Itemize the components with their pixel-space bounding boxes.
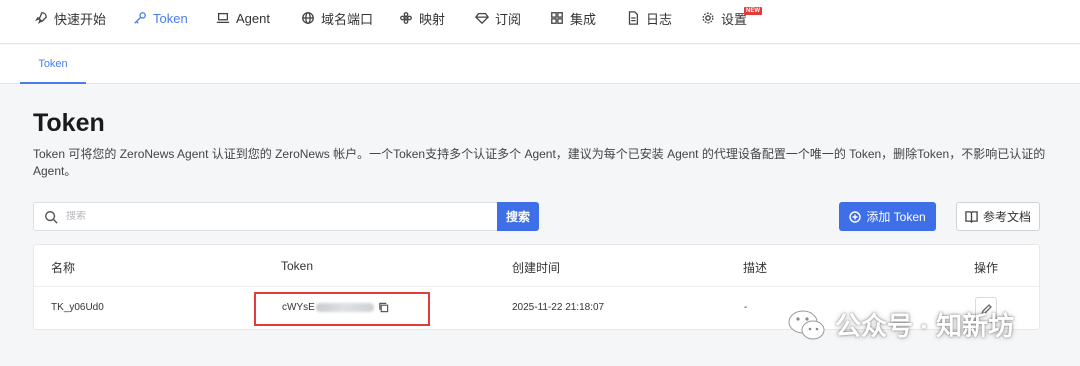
nav-item-integration[interactable]: 集成 — [550, 0, 596, 36]
column-header-name: 名称 — [51, 261, 76, 275]
laptop-icon — [216, 12, 230, 24]
nav-label: 集成 — [570, 11, 597, 27]
column-header-description: 描述 — [743, 261, 768, 275]
search-input[interactable] — [66, 211, 498, 222]
globe-icon — [302, 12, 314, 24]
sub-tabs: Token — [0, 45, 1080, 84]
rocket-icon — [35, 12, 47, 24]
document-icon — [628, 11, 639, 25]
watermark-text: 公众号 · 知新坊 — [835, 311, 1015, 341]
nav-label: Agent — [236, 10, 270, 26]
wechat-icon — [788, 310, 825, 339]
reference-docs-label: 参考文档 — [982, 210, 1031, 224]
token-created-time: 2025-11-22 21:18:07 — [512, 302, 605, 313]
key-icon — [134, 12, 146, 24]
nav-item-domain-port[interactable]: 域名端口 — [301, 0, 373, 36]
highlight-box — [254, 292, 430, 326]
search-button[interactable]: 搜索 — [497, 202, 539, 231]
tab-token[interactable]: Token — [20, 45, 86, 84]
watermark: 公众号 · 知新坊 — [787, 306, 1014, 343]
nav-label: 订阅 — [495, 11, 522, 27]
plus-circle-icon — [849, 210, 862, 223]
page-title: Token — [33, 109, 105, 137]
token-description: - — [744, 302, 748, 313]
row-divider — [34, 286, 1039, 287]
add-token-label: 添加 Token — [866, 210, 926, 224]
flower-icon — [400, 12, 412, 24]
column-header-created: 创建时间 — [512, 261, 561, 275]
search-box — [33, 202, 498, 231]
new-badge: NEW — [744, 7, 762, 15]
nav-label: 快速开始 — [54, 11, 107, 27]
nav-item-mapping[interactable]: 映射 — [399, 0, 445, 36]
column-header-actions: 操作 — [974, 261, 999, 275]
nav-item-token[interactable]: Token — [133, 0, 188, 36]
nav-label: 映射 — [419, 11, 446, 27]
grid-icon — [551, 12, 563, 24]
reference-docs-button[interactable]: 参考文档 — [956, 202, 1040, 231]
nav-label: 域名端口 — [321, 11, 374, 27]
nav-label: Token — [153, 10, 188, 26]
nav-item-quickstart[interactable]: 快速开始 — [34, 0, 106, 36]
nav-item-logs[interactable]: 日志 — [626, 0, 672, 36]
gear-icon — [702, 12, 714, 24]
add-token-button[interactable]: 添加 Token — [839, 202, 936, 231]
nav-item-agent[interactable]: Agent — [216, 0, 270, 36]
column-header-token: Token — [281, 259, 314, 273]
nav-label: 日志 — [646, 11, 673, 27]
page-description: Token 可将您的 ZeroNews Agent 认证到您的 ZeroNews… — [33, 147, 1046, 178]
book-icon — [965, 211, 978, 223]
nav-item-subscription[interactable]: 订阅 — [475, 0, 521, 36]
top-navigation: 快速开始 Token Agent 域名端口 映射 订阅 集成 日志 设置 NEW — [0, 0, 1080, 44]
search-icon — [45, 210, 58, 224]
nav-item-settings[interactable]: 设置 — [701, 0, 747, 36]
token-name: TK_y06Ud0 — [51, 302, 104, 313]
diamond-icon — [475, 12, 489, 25]
